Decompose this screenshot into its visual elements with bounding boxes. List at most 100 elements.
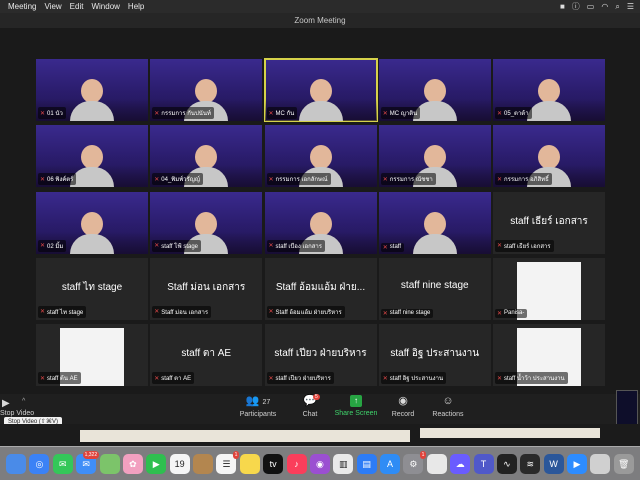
participant-name-label: ✕ Staff อ้อมแอ้ม ฝ่ายบริหาร bbox=[266, 305, 345, 318]
control-center-icon[interactable]: ☰ bbox=[627, 2, 634, 11]
reminders-badge: 1 bbox=[232, 450, 240, 459]
messages-icon[interactable]: ✉ bbox=[52, 453, 73, 474]
keynote-icon[interactable]: ▤ bbox=[356, 453, 377, 474]
participant-name: MC ญาติน bbox=[389, 111, 418, 117]
mail-icon[interactable]: ✉ 1,322 bbox=[76, 450, 100, 474]
participant-name-label: ✕ staff น้ำว้า ประสานงาน bbox=[495, 372, 568, 384]
participant-tile[interactable]: staff ตา AE ✕ staff ตา AE bbox=[150, 324, 263, 386]
menu-window[interactable]: Window bbox=[91, 2, 119, 11]
participant-name: staff เปียว ฝ่ายบริหาร bbox=[275, 376, 331, 382]
participant-tile[interactable]: ✕ 01 นัว bbox=[36, 59, 148, 121]
contacts-icon[interactable] bbox=[193, 453, 213, 474]
participant-tile[interactable]: Staff ม่อน เอกสาร ✕ Staff ม่อน เอกสาร bbox=[150, 257, 263, 320]
mic-muted-icon: ✕ bbox=[382, 310, 388, 317]
mic-muted-icon: ✕ bbox=[154, 243, 160, 249]
mic-muted-icon: ✕ bbox=[268, 176, 274, 183]
battery-icon[interactable]: ▭ bbox=[587, 2, 595, 11]
mic-muted-icon: ✕ bbox=[154, 375, 160, 382]
participant-name: 01 นัว bbox=[47, 111, 63, 117]
app-store-icon[interactable]: A bbox=[380, 453, 400, 474]
participants-button[interactable]: 👥 27 Participants bbox=[228, 395, 288, 418]
mic-muted-icon: ✕ bbox=[154, 176, 160, 183]
participant-tile[interactable]: ✕ 06 พิงค์ตร์ bbox=[36, 125, 148, 188]
downloads-stack-icon[interactable] bbox=[590, 453, 611, 474]
participant-name-label: ✕ staff bbox=[380, 242, 405, 252]
participant-tile[interactable]: ✕ staff bbox=[378, 191, 491, 254]
menu-help[interactable]: Help bbox=[128, 2, 144, 11]
calendar-icon[interactable]: 19 bbox=[169, 453, 190, 474]
appletv-icon[interactable]: tv bbox=[263, 453, 284, 474]
participant-tile[interactable]: ✕ staff ต้น AE bbox=[36, 324, 148, 386]
stocks-icon[interactable]: ≋ bbox=[520, 453, 541, 474]
mic-muted-icon: ✕ bbox=[268, 243, 274, 249]
participant-tile[interactable]: ✕ กรรมการ ณัชชา bbox=[378, 125, 491, 188]
maps-icon[interactable] bbox=[99, 453, 120, 474]
wifi-icon[interactable]: ◠ bbox=[601, 2, 608, 11]
trash-icon[interactable]: 🗑 bbox=[613, 453, 634, 474]
participant-tile[interactable]: ✕ 05_ตาต้า bbox=[493, 59, 605, 121]
music-icon[interactable]: ♪ bbox=[286, 453, 307, 474]
participant-tile[interactable]: ✕ 02 มิ้ม bbox=[36, 191, 148, 254]
participant-tile[interactable]: staff เธียร์ เอกสาร ✕ staff เธียร์ เอกสาร bbox=[493, 191, 605, 254]
podcasts-icon[interactable]: ◉ bbox=[309, 453, 330, 474]
notes-icon[interactable] bbox=[239, 453, 260, 474]
zoom-status-icon[interactable]: ■ bbox=[560, 2, 565, 11]
activity-monitor-icon[interactable]: ∿ bbox=[496, 453, 517, 474]
zoom-icon[interactable]: ▶ bbox=[567, 453, 587, 474]
stop-video-icon[interactable]: ▶ bbox=[2, 398, 10, 409]
participant-tile[interactable]: ✕ กรรมการ เอกลักษณ์ bbox=[264, 125, 377, 188]
search-icon[interactable]: ⌕ bbox=[615, 2, 619, 12]
participant-tile[interactable]: ✕ กรรมการ อภิสิทธิ์ bbox=[493, 125, 605, 188]
mail-badge: 1,322 bbox=[82, 450, 100, 459]
preview-icon[interactable] bbox=[426, 453, 447, 474]
mic-muted-icon: ✕ bbox=[268, 375, 274, 382]
mic-muted-icon: ✕ bbox=[154, 110, 160, 117]
mic-muted-icon: ✕ bbox=[40, 176, 46, 183]
participant-name-label: ✕ 05_ตาต้า bbox=[495, 107, 532, 119]
participant-tile[interactable]: staff อิฐ ประสานงาน ✕ staff อิฐ ประสานงาน bbox=[378, 324, 491, 386]
participant-tile[interactable]: staff เปียว ฝ่ายบริหาร ✕ staff เปียว ฝ่ายบ… bbox=[264, 324, 377, 386]
finder-icon[interactable] bbox=[6, 453, 26, 474]
mic-muted-icon: ✕ bbox=[40, 110, 46, 117]
messenger-icon[interactable]: ☁ bbox=[450, 453, 471, 474]
video-gallery: ✕ 01 นัว ✕ กรรมการ กันปนันท์ ✕ MC กัน ✕ MC ญาติ… bbox=[36, 58, 605, 386]
participant-tile[interactable]: ✕ MC ญาติน bbox=[378, 59, 491, 121]
participant-tile[interactable]: Staff อ้อมแอ้ม ฝ่าย... ✕ Staff อ้อมแอ้ม ฝ่… bbox=[264, 257, 377, 320]
share-screen-label: Share Screen bbox=[334, 410, 378, 417]
reactions-icon: ☺ bbox=[442, 395, 454, 407]
safari-icon[interactable]: ◎ bbox=[29, 453, 50, 474]
menu-edit[interactable]: Edit bbox=[70, 2, 84, 11]
participant-tile[interactable]: ✕ 04_พิมพ์วรัญญ์ bbox=[150, 125, 263, 188]
participant-video bbox=[70, 211, 114, 254]
window-title: Zoom Meeting bbox=[0, 13, 640, 28]
facetime-icon[interactable]: ▶ bbox=[146, 453, 167, 474]
record-label: Record bbox=[391, 411, 415, 418]
participant-tile[interactable]: ✕ staff โฟ้ stage bbox=[150, 191, 263, 254]
mic-muted-icon: ✕ bbox=[497, 176, 503, 183]
participant-tile[interactable]: staff nine stage ✕ staff nine stage bbox=[378, 257, 491, 320]
photos-icon[interactable]: ✿ bbox=[122, 453, 143, 474]
participant-tile[interactable]: ✕ กรรมการ กันปนันท์ bbox=[150, 59, 263, 121]
mic-muted-icon: ✕ bbox=[497, 110, 503, 117]
participant-name: staff nine stage bbox=[389, 310, 431, 317]
participants-count: 27 bbox=[262, 399, 271, 406]
participant-tile[interactable]: ✕ MC กัน bbox=[263, 58, 378, 122]
info-icon[interactable]: ⓘ bbox=[572, 1, 580, 12]
numbers-icon[interactable]: ▥ bbox=[333, 453, 354, 474]
menu-meeting[interactable]: Meeting bbox=[8, 2, 36, 11]
settings-badge: 1 bbox=[419, 450, 427, 459]
reactions-button[interactable]: ☺ Reactions bbox=[418, 395, 478, 418]
teams-icon[interactable]: T bbox=[473, 453, 494, 474]
participant-tile[interactable]: ✕ staff เบือง เอกสาร bbox=[264, 191, 377, 254]
stop-video-label[interactable]: Stop Video bbox=[0, 410, 34, 417]
system-settings-icon[interactable]: ⚙ 1 bbox=[403, 450, 427, 474]
participant-tile[interactable]: ✕ Panisa- bbox=[493, 257, 605, 320]
menu-view[interactable]: View bbox=[44, 2, 61, 11]
participant-tile[interactable]: staff ไท stage ✕ staff ไท stage bbox=[36, 257, 148, 320]
reminders-icon[interactable]: ☰ 1 bbox=[216, 450, 240, 474]
participant-tile[interactable]: ✕ staff น้ำว้า ประสานงาน bbox=[493, 324, 605, 386]
participant-name: MC กัน bbox=[275, 111, 295, 117]
word-icon[interactable]: W bbox=[543, 453, 564, 474]
video-options-chevron-icon[interactable]: ^ bbox=[22, 398, 25, 405]
reactions-label: Reactions bbox=[432, 411, 464, 418]
